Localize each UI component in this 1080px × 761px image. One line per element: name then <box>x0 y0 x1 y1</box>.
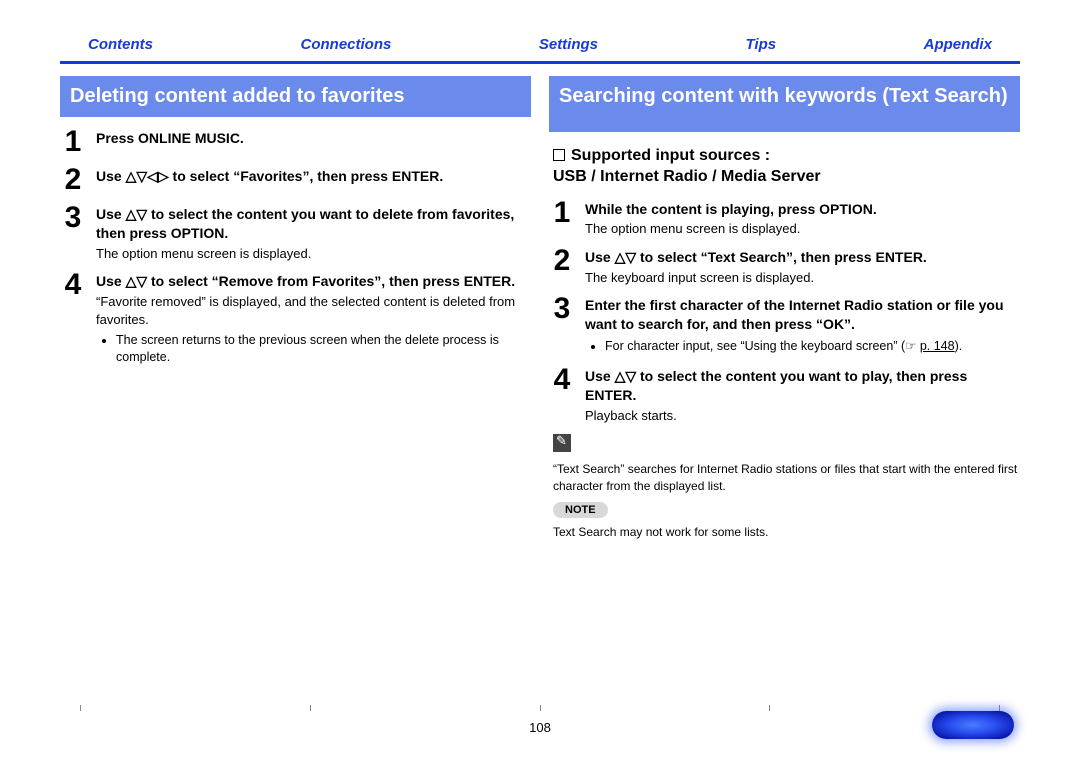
footer-ticks <box>80 705 1000 711</box>
right-step-2: 2 Use △▽ to select “Text Search”, then p… <box>549 244 1020 286</box>
nav-appendix[interactable]: Appendix <box>924 36 992 53</box>
nav-connections[interactable]: Connections <box>301 36 392 53</box>
step-note: The option menu screen is displayed. <box>96 245 531 263</box>
step-number: 3 <box>549 292 575 324</box>
box-icon <box>553 149 565 161</box>
step-number: 3 <box>60 201 86 233</box>
step-note: Playback starts. <box>585 407 1020 425</box>
step-text: Use △▽ to select “Remove from Favorites”… <box>96 273 515 289</box>
top-nav: Contents Connections Settings Tips Appen… <box>60 36 1020 64</box>
step-text: Use △▽ to select the content you want to… <box>585 368 967 403</box>
supported-label: Supported input sources : <box>571 147 770 164</box>
step-bullet: The screen returns to the previous scree… <box>116 332 531 366</box>
step-note: “Favorite removed” is displayed, and the… <box>96 293 531 328</box>
left-title: Deleting content added to favorites <box>60 76 531 117</box>
left-step-1: 1 Press ONLINE MUSIC. <box>60 125 531 157</box>
step-number: 4 <box>549 363 575 395</box>
supported-inputs: Supported input sources : USB / Internet… <box>553 146 1020 188</box>
supported-value: USB / Internet Radio / Media Server <box>553 168 821 185</box>
glow-button[interactable] <box>932 711 1014 739</box>
nav-settings[interactable]: Settings <box>539 36 598 53</box>
step-number: 1 <box>60 125 86 157</box>
page-number: 108 <box>0 720 1080 735</box>
step-number: 2 <box>549 244 575 276</box>
step-number: 1 <box>549 196 575 228</box>
step-bullet: For character input, see “Using the keyb… <box>605 338 1020 355</box>
nav-tips[interactable]: Tips <box>746 36 777 53</box>
left-step-3: 3 Use △▽ to select the content you want … <box>60 201 531 262</box>
right-step-3: 3 Enter the first character of the Inter… <box>549 292 1020 357</box>
step-text: Press ONLINE MUSIC. <box>96 130 244 146</box>
note-badge: NOTE <box>553 502 608 518</box>
step-text: Enter the first character of the Interne… <box>585 297 1004 332</box>
page-ref-link[interactable]: p. 148 <box>920 339 955 353</box>
step-text: Use △▽ to select the content you want to… <box>96 206 514 241</box>
bullet-post: ). <box>955 339 963 353</box>
note-text: Text Search may not work for some lists. <box>553 524 1020 540</box>
step-number: 4 <box>60 268 86 300</box>
right-step-1: 1 While the content is playing, press OP… <box>549 196 1020 238</box>
left-step-4: 4 Use △▽ to select “Remove from Favorite… <box>60 268 531 368</box>
step-text: Use △▽◁▷ to select “Favorites”, then pre… <box>96 168 443 184</box>
step-text: While the content is playing, press OPTI… <box>585 201 877 217</box>
right-column: Searching content with keywords (Text Se… <box>549 76 1020 540</box>
nav-contents[interactable]: Contents <box>88 36 153 53</box>
tip-text: “Text Search” searches for Internet Radi… <box>553 461 1020 493</box>
bullet-pre: For character input, see “Using the keyb… <box>605 339 916 353</box>
left-column: Deleting content added to favorites 1 Pr… <box>60 76 531 540</box>
step-text: Use △▽ to select “Text Search”, then pre… <box>585 249 927 265</box>
pencil-icon <box>553 434 571 452</box>
right-step-4: 4 Use △▽ to select the content you want … <box>549 363 1020 424</box>
step-note: The option menu screen is displayed. <box>585 220 1020 238</box>
left-step-2: 2 Use △▽◁▷ to select “Favorites”, then p… <box>60 163 531 195</box>
step-note: The keyboard input screen is displayed. <box>585 269 1020 287</box>
step-number: 2 <box>60 163 86 195</box>
right-title: Searching content with keywords (Text Se… <box>549 76 1020 132</box>
